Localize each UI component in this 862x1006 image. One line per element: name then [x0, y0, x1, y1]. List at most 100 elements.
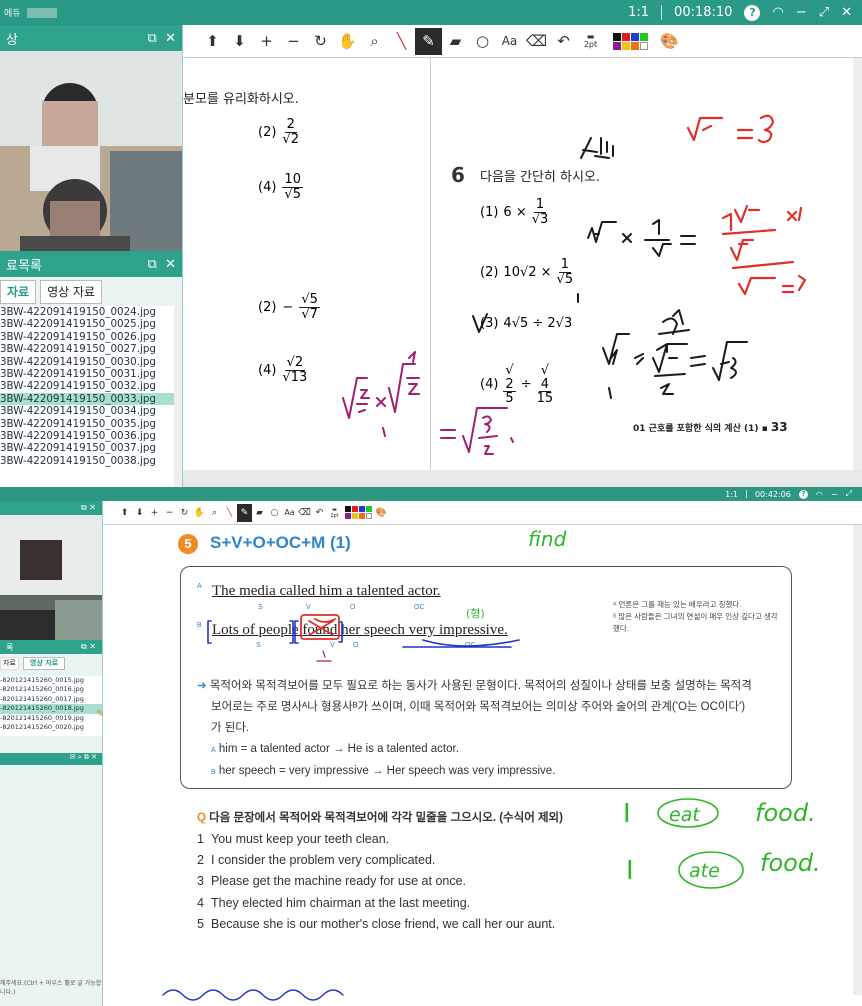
file-list-item[interactable]: 3BW-422091419150_0034.jpg: [0, 405, 182, 417]
tab-files[interactable]: 자료: [0, 657, 19, 670]
popout-icon[interactable]: ⧉: [81, 642, 87, 651]
arrow-up-icon[interactable]: ⬆: [199, 28, 226, 55]
color-white[interactable]: [639, 41, 648, 50]
file-list-item[interactable]: -820121415260_0018.jpg: [0, 704, 102, 714]
close-icon[interactable]: ✕: [841, 5, 852, 20]
file-list-scrollbar[interactable]: [174, 306, 182, 487]
file-list-item[interactable]: 3BW-422091419150_0038.jpg: [0, 455, 182, 467]
vertical-scrollbar[interactable]: [853, 58, 862, 470]
close-panel-icon[interactable]: ✕: [91, 753, 97, 761]
file-list-item[interactable]: 3BW-422091419150_0037.jpg: [0, 442, 182, 454]
eraser-icon[interactable]: ⌫: [523, 28, 550, 55]
close-panel-icon[interactable]: ✕: [89, 642, 96, 651]
maximize-icon[interactable]: ⤢: [819, 5, 829, 20]
arrow-up-icon[interactable]: ⬆: [117, 504, 132, 522]
palette-settings-icon[interactable]: 🎨: [656, 28, 683, 55]
popout-icon[interactable]: ⧉: [148, 257, 157, 272]
arrow-down-icon[interactable]: ⬇: [132, 504, 147, 522]
hand-icon[interactable]: ✋: [192, 504, 207, 522]
undo-icon[interactable]: ↶: [312, 504, 327, 522]
file-list-item[interactable]: 3BW-422091419150_0035.jpg: [0, 418, 182, 430]
search-icon[interactable]: ⌕: [78, 753, 82, 761]
file-list-item[interactable]: 3BW-422091419150_0031.jpg: [0, 368, 182, 380]
stroke-width-icon[interactable]: ▬ 2pt: [327, 504, 342, 522]
close-panel-icon[interactable]: ✕: [165, 31, 176, 46]
document-page[interactable]: 5 S+V+O+OC+M (1) A The media called him …: [103, 525, 862, 1006]
arrow-down-icon[interactable]: ⬇: [226, 28, 253, 55]
shape-icon[interactable]: ○: [469, 28, 496, 55]
color-purple[interactable]: [612, 41, 621, 50]
rotate-icon[interactable]: ↻: [307, 28, 334, 55]
color-red[interactable]: [621, 32, 630, 41]
color-orange[interactable]: [630, 41, 639, 50]
highlighter-icon[interactable]: ▰: [252, 504, 267, 522]
color-black[interactable]: [612, 32, 621, 41]
minimize-icon[interactable]: −: [796, 5, 807, 20]
zoom-in-icon[interactable]: +: [147, 504, 162, 522]
file-list-item[interactable]: -820121415260_0020.jpg: [0, 723, 102, 732]
file-list-item[interactable]: 3BW-422091419150_0026.jpg: [0, 331, 182, 343]
ratio-label[interactable]: 1:1: [628, 5, 649, 20]
document-page[interactable]: 분모를 유리화하시오. 6 다음을 간단히 하시오. 01 근호를 포함한 식의…: [183, 58, 862, 470]
file-list-item[interactable]: 3BW-422091419150_0024.jpg: [0, 306, 182, 318]
magnifier-icon[interactable]: ⌕: [207, 504, 222, 522]
maximize-icon[interactable]: ⤢: [846, 489, 852, 499]
hand-icon[interactable]: ✋: [334, 28, 361, 55]
laser-pointer-icon[interactable]: ╲: [222, 504, 237, 522]
file-list-item[interactable]: -820121415260_0019.jpg: [0, 714, 102, 723]
color-black[interactable]: [344, 506, 351, 512]
file-list-item[interactable]: 3BW-422091419150_0033.jpg: [0, 392, 182, 406]
color-purple[interactable]: [344, 513, 351, 519]
close-panel-icon[interactable]: ✕: [165, 257, 176, 272]
file-list-item[interactable]: 3BW-422091419150_0036.jpg: [0, 430, 182, 442]
color-white[interactable]: [365, 513, 372, 519]
laser-pointer-icon[interactable]: ╲: [388, 28, 415, 55]
file-list-item[interactable]: 3BW-422091419150_0030.jpg: [0, 356, 182, 368]
ratio-label[interactable]: 1:1: [725, 490, 738, 499]
eraser-icon[interactable]: ⌫: [297, 504, 312, 522]
magnifier-icon[interactable]: ⌕: [361, 28, 388, 55]
popout-icon[interactable]: ⧉: [84, 753, 89, 761]
help-icon[interactable]: ?: [744, 4, 761, 21]
file-list-item[interactable]: 3BW-422091419150_0027.jpg: [0, 343, 182, 355]
horizontal-scrollbar[interactable]: [183, 470, 862, 487]
color-green[interactable]: [639, 32, 648, 41]
color-yellow[interactable]: [621, 41, 630, 50]
text-icon[interactable]: Aa: [282, 504, 297, 522]
zoom-out-icon[interactable]: −: [162, 504, 177, 522]
popout-icon[interactable]: ⧉: [81, 503, 87, 512]
minimize-icon[interactable]: −: [831, 490, 838, 499]
color-red[interactable]: [351, 506, 358, 512]
pen-icon[interactable]: ✎: [237, 503, 252, 522]
color-orange[interactable]: [358, 513, 365, 519]
vertical-scrollbar[interactable]: [853, 525, 862, 995]
color-blue[interactable]: [630, 32, 639, 41]
popout-icon[interactable]: ⧉: [148, 31, 157, 46]
tab-files[interactable]: 자료: [0, 280, 37, 304]
file-list-item[interactable]: -820121415260_0016.jpg: [0, 685, 102, 694]
color-blue[interactable]: [358, 506, 365, 512]
mail-icon[interactable]: ✉: [70, 753, 76, 761]
zoom-out-icon[interactable]: −: [280, 28, 307, 55]
file-list-item[interactable]: 3BW-422091419150_0025.jpg: [0, 318, 182, 330]
palette-settings-icon[interactable]: 🎨: [374, 504, 389, 522]
file-list-item[interactable]: 3BW-422091419150_0032.jpg: [0, 380, 182, 392]
close-panel-icon[interactable]: ✕: [89, 503, 96, 512]
highlighter-icon[interactable]: ▰: [442, 28, 469, 55]
color-yellow[interactable]: [351, 513, 358, 519]
shape-icon[interactable]: ○: [267, 504, 282, 522]
file-list-item[interactable]: -820121415260_0015.jpg: [0, 676, 102, 685]
tab-video-files[interactable]: 영상 자료: [40, 280, 103, 304]
text-icon[interactable]: Aa: [496, 28, 523, 55]
color-green[interactable]: [365, 506, 372, 512]
rotate-icon[interactable]: ↻: [177, 504, 192, 522]
pen-icon[interactable]: ✎: [415, 27, 442, 55]
stroke-width-icon[interactable]: ▬ 2pt: [577, 28, 604, 55]
file-list-item[interactable]: -820121415260_0017.jpg: [0, 695, 102, 704]
undo-icon[interactable]: ↶: [550, 28, 577, 55]
zoom-in-icon[interactable]: +: [253, 28, 280, 55]
color-palette[interactable]: [604, 28, 656, 55]
tab-video-files[interactable]: 영상 자료: [22, 657, 66, 670]
color-palette[interactable]: [342, 504, 374, 522]
help-icon[interactable]: ?: [798, 489, 808, 499]
